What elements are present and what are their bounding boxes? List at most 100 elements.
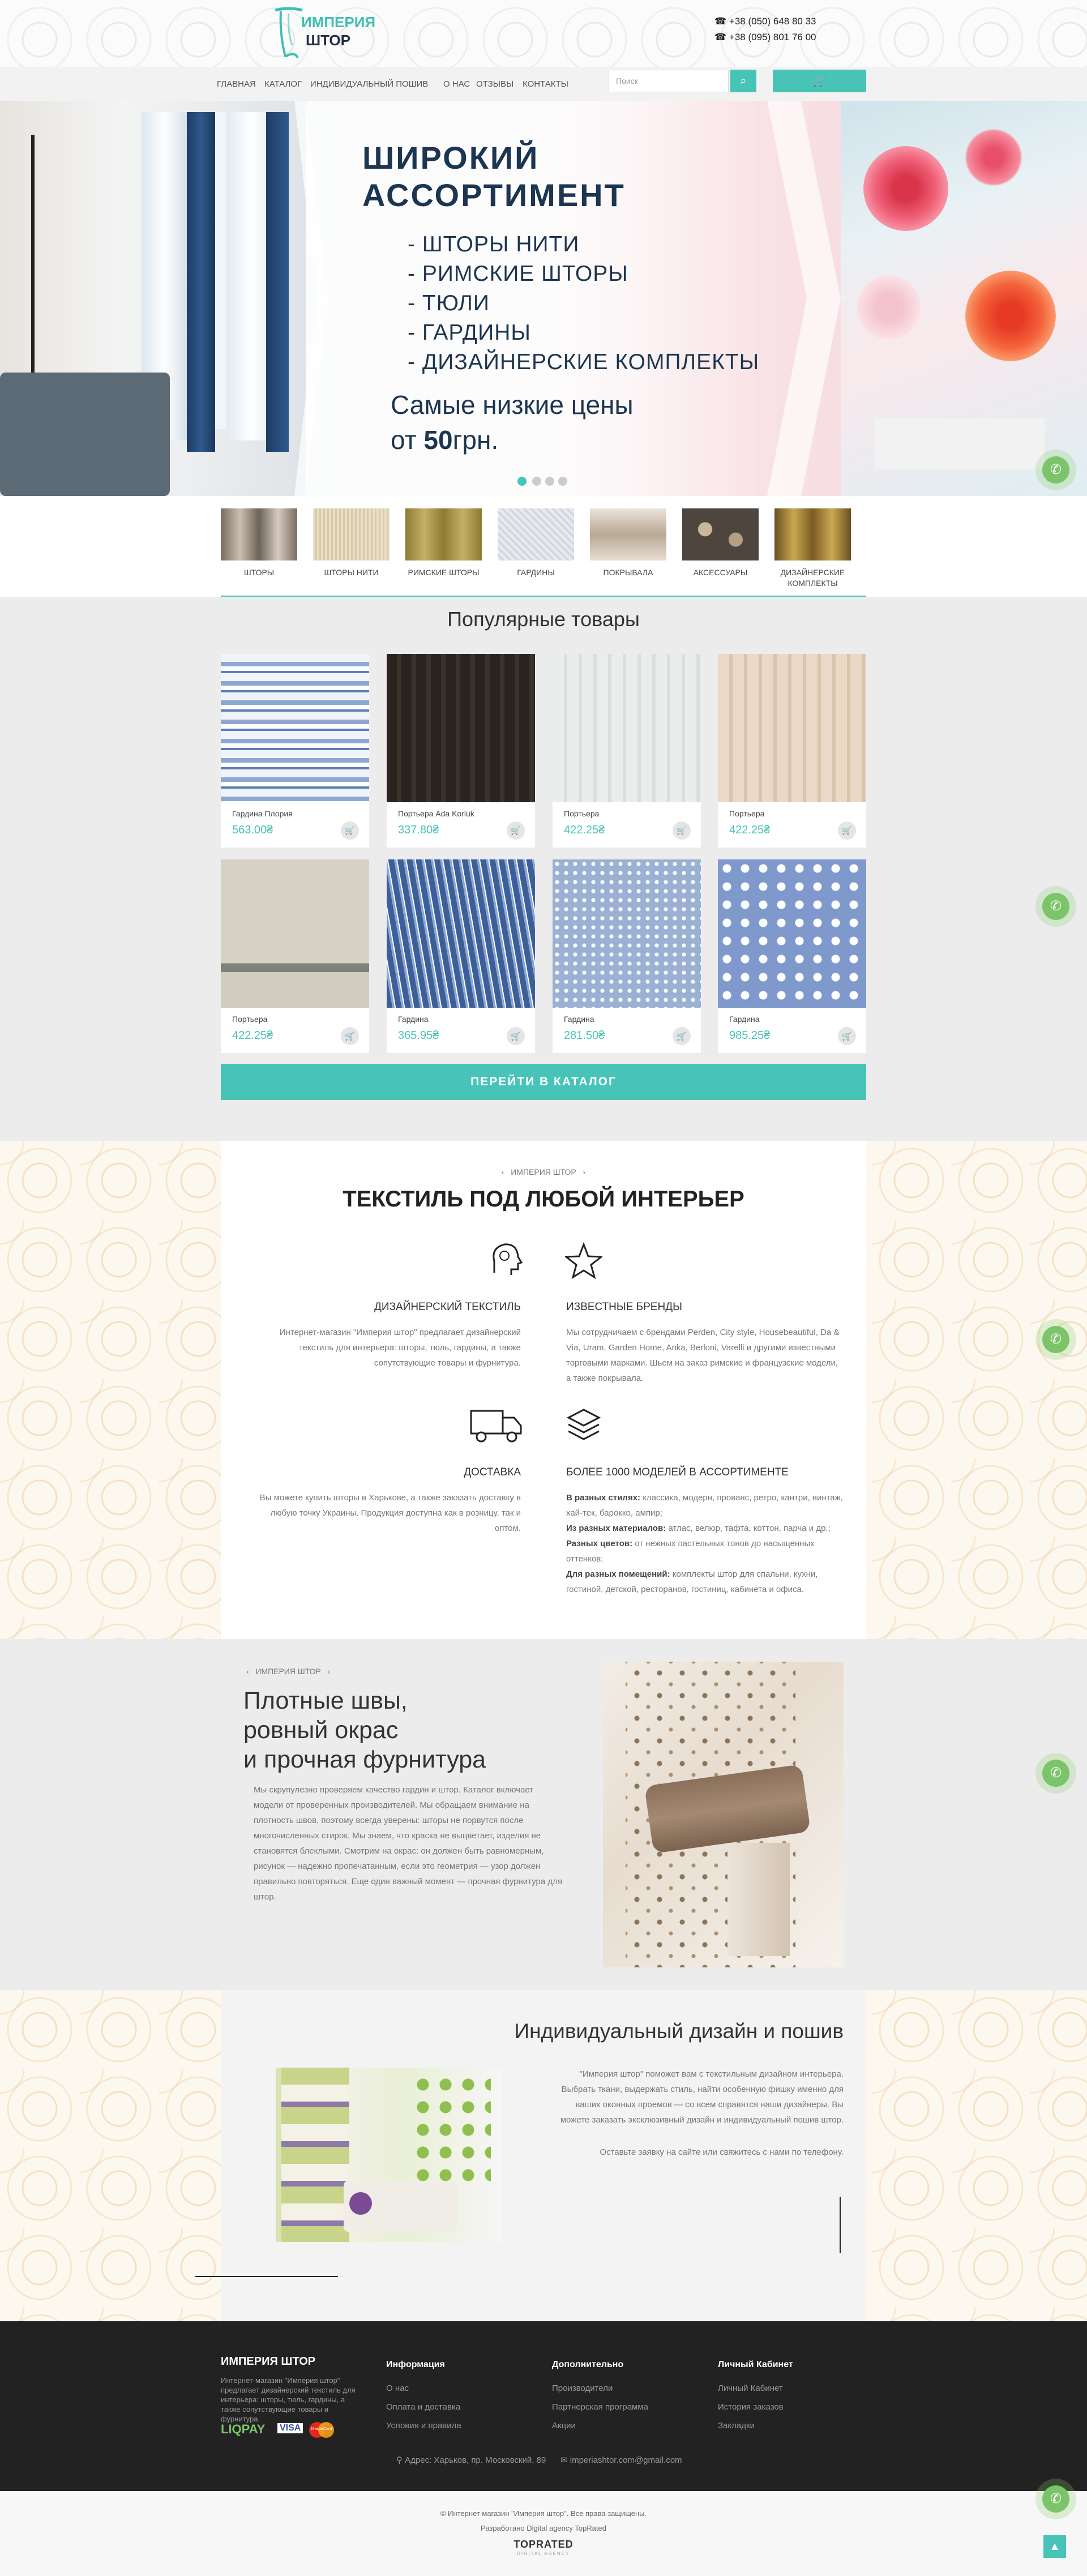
nav-item-about[interactable]: О НАС: [443, 79, 470, 89]
cart-button[interactable]: 🛒: [773, 70, 866, 92]
phone-icon: ☎: [714, 32, 729, 42]
design-text: "Империя штор" поможет вам с текстильным…: [560, 2069, 844, 2125]
product-name[interactable]: Гардина Плория: [232, 809, 293, 818]
phone-2[interactable]: ☎ +38 (095) 801 76 00: [714, 32, 816, 43]
category-accessories[interactable]: АКСЕССУАРЫ: [682, 508, 759, 578]
add-to-cart-icon[interactable]: 🛒: [341, 1027, 359, 1045]
product-card[interactable]: Портьера 422.25₴ 🛒: [718, 654, 866, 848]
category-roman[interactable]: РИМСКИЕ ШТОРЫ: [405, 508, 482, 578]
footer-link[interactable]: Оплата и доставка: [386, 2402, 461, 2412]
footer-link[interactable]: Акции: [552, 2421, 648, 2430]
search-button[interactable]: ⌕: [730, 70, 756, 92]
nav-item-contacts[interactable]: КОНТАКТЫ: [523, 79, 568, 89]
scroll-to-top-button[interactable]: ▲: [1043, 2535, 1066, 2558]
add-to-cart-icon[interactable]: 🛒: [838, 821, 856, 840]
price-prefix: от: [391, 425, 424, 455]
search-input[interactable]: Поиск: [609, 70, 729, 92]
product-card[interactable]: Гардина 365.95₴ 🛒: [387, 859, 535, 1053]
nav-item-reviews[interactable]: ОТЗЫВЫ: [476, 79, 513, 89]
category-image: [590, 508, 666, 560]
category-bedspreads[interactable]: ПОКРЫВАЛА: [590, 508, 666, 578]
footer-email[interactable]: ✉ imperiashtor.com@gmail.com: [560, 2455, 682, 2465]
footer-link[interactable]: О нас: [386, 2384, 461, 2393]
category-label: ГАРДИНЫ: [517, 568, 555, 577]
footer-link[interactable]: Личный Кабинет: [718, 2384, 793, 2393]
hero-list-item: - ГАРДИНЫ: [408, 320, 531, 345]
go-to-catalog-button[interactable]: ПЕРЕЙТИ В КАТАЛОГ: [221, 1064, 866, 1100]
product-image[interactable]: [553, 654, 701, 802]
add-to-cart-icon[interactable]: 🛒: [838, 1027, 856, 1045]
decor-line-vertical: [840, 2197, 841, 2253]
add-to-cart-icon[interactable]: 🛒: [673, 821, 691, 840]
toprated-logo[interactable]: TOPRATED: [0, 2539, 1087, 2551]
nav-item-home[interactable]: ГЛАВНАЯ: [217, 79, 256, 89]
product-name[interactable]: Портьера: [729, 809, 764, 818]
nav-item-catalog[interactable]: КАТАЛОГ: [264, 79, 302, 89]
breadcrumb-text: ИМПЕРИЯ ШТОР: [255, 1667, 321, 1676]
product-card[interactable]: Портьера 422.25₴ 🛒: [553, 654, 701, 848]
add-to-cart-icon[interactable]: 🛒: [507, 1027, 525, 1045]
callback-button[interactable]: ✆: [1035, 2479, 1076, 2519]
category-thread-curtains[interactable]: ШТОРЫ НИТИ: [313, 508, 390, 578]
slider-dot-1[interactable]: [517, 477, 527, 486]
product-name[interactable]: Гардина: [398, 1015, 429, 1024]
copyright-text: © Интернет магазин "Империя штор". Все п…: [440, 2509, 647, 2518]
footer-link[interactable]: История заказов: [718, 2402, 793, 2412]
product-card[interactable]: Портьера Ada Korluk 337.80₴ 🛒: [387, 654, 535, 848]
slider-dot-3[interactable]: [545, 477, 554, 486]
product-image[interactable]: [553, 859, 701, 1008]
address-text: Адрес: Харьков, пр. Московский, 89: [405, 2455, 546, 2465]
phone-1-text: +38 (050) 648 80 33: [729, 16, 816, 27]
feature-title: ДИЗАЙНЕРСКИЙ ТЕКСТИЛЬ: [374, 1301, 521, 1313]
product-image[interactable]: [387, 654, 535, 802]
product-card[interactable]: Портьера 422.25₴ 🛒: [221, 859, 369, 1053]
delivery-truck-icon: [470, 1410, 522, 1443]
footer-link[interactable]: Условия и правила: [386, 2421, 461, 2430]
product-name[interactable]: Портьера: [232, 1015, 267, 1024]
add-to-cart-icon[interactable]: 🛒: [507, 821, 525, 840]
product-card[interactable]: Гардина 985.25₴ 🛒: [718, 859, 866, 1053]
models-text: атлас, велюр, тафта, коттон, парча и др.…: [666, 1524, 831, 1533]
product-image[interactable]: [221, 654, 369, 802]
category-tulle[interactable]: ГАРДИНЫ: [498, 508, 574, 578]
category-designer-sets[interactable]: ДИЗАЙНЕРСКИЕ КОМПЛЕКТЫ: [774, 508, 851, 589]
category-image: [682, 508, 759, 560]
product-image[interactable]: [387, 859, 535, 1008]
add-to-cart-icon[interactable]: 🛒: [673, 1027, 691, 1045]
layers-icon: [566, 1409, 601, 1440]
models-label: Разных цветов:: [566, 1539, 633, 1548]
phone-1[interactable]: ☎ +38 (050) 648 80 33: [714, 16, 816, 27]
product-image[interactable]: [718, 654, 866, 802]
footer-column-info: Информация О нас Оплата и доставка Услов…: [386, 2360, 461, 2430]
product-name[interactable]: Гардина: [564, 1015, 594, 1024]
add-to-cart-icon[interactable]: 🛒: [341, 821, 359, 840]
product-image[interactable]: [221, 859, 369, 1008]
nav-item-custom[interactable]: ИНДИВИДУАЛЬНЫЙ ПОШИВ: [310, 79, 428, 89]
phone-icon: ✆: [1042, 2485, 1069, 2513]
callback-button[interactable]: ✆: [1035, 450, 1076, 490]
product-image[interactable]: [718, 859, 866, 1008]
slider-dot-4[interactable]: [558, 477, 567, 486]
callback-button[interactable]: ✆: [1035, 1319, 1076, 1360]
mastercard-logo: MasterCard: [309, 2422, 334, 2438]
product-name[interactable]: Портьера: [564, 809, 599, 818]
footer-link[interactable]: Производители: [552, 2384, 648, 2393]
callback-button[interactable]: ✆: [1035, 886, 1076, 927]
callback-button[interactable]: ✆: [1035, 1753, 1076, 1794]
email-text: imperiashtor.com@gmail.com: [570, 2455, 682, 2465]
main-nav: ГЛАВНАЯ КАТАЛОГ ИНДИВИДУАЛЬНЫЙ ПОШИВ О Н…: [0, 67, 1087, 101]
footer-link[interactable]: Закладки: [718, 2421, 793, 2430]
slider-dot-2[interactable]: [532, 477, 541, 486]
product-name[interactable]: Портьера Ada Korluk: [398, 809, 474, 818]
footer-link[interactable]: Партнерская программа: [552, 2402, 648, 2412]
phone-icon: ✆: [1042, 1326, 1069, 1353]
arrow-up-icon: ▲: [1049, 2540, 1060, 2553]
category-curtains[interactable]: ШТОРЫ: [221, 508, 297, 578]
product-card[interactable]: Гардина Плория 563.00₴ 🛒: [221, 654, 369, 848]
category-label: ШТОРЫ НИТИ: [324, 568, 379, 577]
developer-credit[interactable]: Разработано Digital agency TopRated: [0, 2524, 1087, 2532]
product-card[interactable]: Гардина 281.50₴ 🛒: [553, 859, 701, 1053]
product-name[interactable]: Гардина: [729, 1015, 760, 1024]
site-logo[interactable]: ИМПЕРИЯ ШТОР: [272, 6, 375, 62]
leaf-pattern: [412, 2073, 491, 2186]
